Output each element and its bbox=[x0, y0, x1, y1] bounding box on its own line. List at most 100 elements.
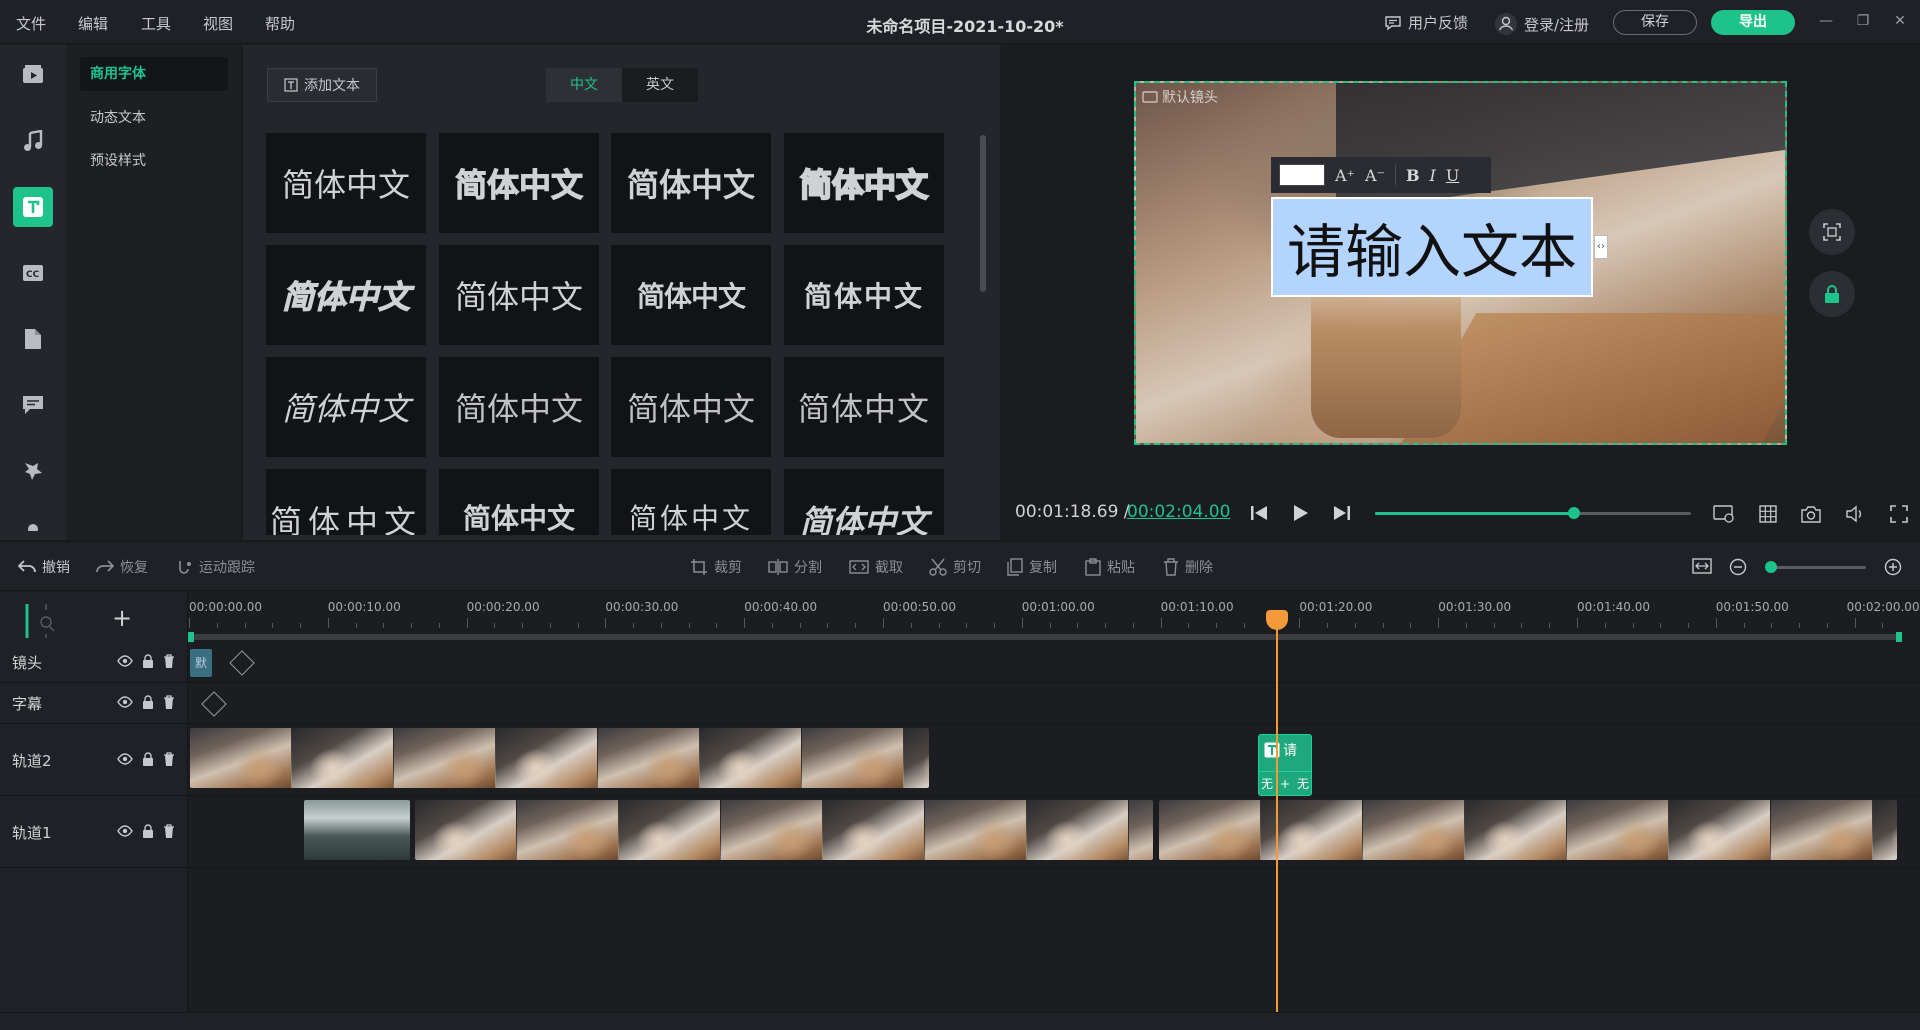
delete-button[interactable]: 删除 bbox=[1163, 557, 1213, 577]
text-overlay-box[interactable]: 请输入文本 bbox=[1271, 197, 1593, 297]
redo-button[interactable]: 恢复 bbox=[96, 557, 148, 577]
crop-button[interactable]: 裁剪 bbox=[690, 557, 742, 577]
preview-canvas[interactable]: 默认镜头 A⁺ A⁻ B I U 请输入文本 ‹› bbox=[1134, 81, 1787, 445]
category-dynamic-text[interactable]: 动态文本 bbox=[80, 101, 228, 135]
trash-icon[interactable] bbox=[163, 752, 175, 766]
italic-button[interactable]: I bbox=[1430, 166, 1436, 185]
trash-icon[interactable] bbox=[163, 824, 175, 838]
font-tile[interactable]: 简体中文 bbox=[439, 469, 599, 535]
range-end-marker[interactable] bbox=[1896, 632, 1902, 642]
play-icon[interactable] bbox=[1289, 501, 1313, 525]
total-duration[interactable]: 00:02:04.00 bbox=[1127, 502, 1230, 522]
playhead-line[interactable] bbox=[1276, 612, 1278, 1012]
font-tile[interactable]: 简体中文 bbox=[439, 245, 599, 345]
motion-tracking-button[interactable]: 运动跟踪 bbox=[177, 557, 255, 577]
restore-icon[interactable]: ❐ bbox=[1851, 10, 1875, 32]
close-icon[interactable]: ✕ bbox=[1888, 10, 1912, 32]
lock-icon[interactable] bbox=[141, 752, 155, 766]
paste-button[interactable]: 粘贴 bbox=[1085, 557, 1135, 577]
fit-screen-button[interactable] bbox=[1809, 209, 1855, 255]
category-preset-styles[interactable]: 预设样式 bbox=[80, 144, 228, 178]
tab-chinese[interactable]: 中文 bbox=[546, 68, 622, 102]
font-tile[interactable]: 简体中文 bbox=[439, 133, 599, 233]
font-tile[interactable]: 简体中文 bbox=[784, 469, 944, 535]
text-tool-icon[interactable] bbox=[13, 187, 53, 227]
next-frame-icon[interactable] bbox=[1330, 501, 1354, 525]
add-subtitle-keyframe-icon[interactable] bbox=[201, 691, 227, 717]
grid-icon[interactable] bbox=[1756, 502, 1780, 526]
feedback-link[interactable]: 用户反馈 bbox=[1384, 12, 1468, 33]
time-ruler[interactable]: 00:00:00.00 00:00:10.00 00:00:20.00 00:00:3… bbox=[188, 592, 1920, 642]
text-color-swatch[interactable] bbox=[1279, 164, 1325, 186]
save-button[interactable]: 保存 bbox=[1613, 10, 1697, 35]
font-tile[interactable]: 简体中文 bbox=[611, 469, 771, 535]
more-tools-icon[interactable] bbox=[13, 517, 53, 540]
font-tile[interactable]: 简体中文 bbox=[266, 357, 426, 457]
trash-icon[interactable] bbox=[163, 654, 175, 668]
lock-icon[interactable] bbox=[141, 654, 155, 668]
text-clip[interactable]: 请 无 + 无 bbox=[1258, 734, 1312, 796]
volume-icon[interactable] bbox=[1843, 502, 1867, 526]
visibility-eye-icon[interactable] bbox=[117, 752, 133, 766]
cut-button[interactable]: 剪切 bbox=[929, 557, 981, 577]
font-increase-button[interactable]: A⁺ bbox=[1335, 166, 1355, 185]
video-clip[interactable] bbox=[190, 728, 929, 788]
timeline-zoom-slider[interactable] bbox=[1765, 561, 1866, 573]
zoom-knob[interactable] bbox=[1765, 561, 1777, 573]
comment-icon[interactable] bbox=[13, 385, 53, 425]
lock-button[interactable] bbox=[1809, 271, 1855, 317]
visibility-eye-icon[interactable] bbox=[117, 654, 133, 668]
font-tile[interactable]: 简体中文 bbox=[784, 245, 944, 345]
visibility-eye-icon[interactable] bbox=[117, 824, 133, 838]
font-tile[interactable]: 简体中文 bbox=[266, 469, 426, 535]
font-tile[interactable]: 简体中文 bbox=[266, 133, 426, 233]
font-tile[interactable]: 简体中文 bbox=[611, 133, 771, 233]
font-tile[interactable]: 简体中文 bbox=[611, 357, 771, 457]
visibility-eye-icon[interactable] bbox=[117, 695, 133, 709]
font-decrease-button[interactable]: A⁻ bbox=[1365, 166, 1385, 185]
font-tile[interactable]: 简体中文 bbox=[784, 357, 944, 457]
video-clip-office[interactable] bbox=[304, 800, 410, 860]
progress-knob[interactable] bbox=[1568, 507, 1581, 519]
file-icon[interactable] bbox=[13, 319, 53, 359]
font-tile[interactable]: 简体中文 bbox=[611, 245, 771, 345]
login-link[interactable]: 登录/注册 bbox=[1494, 12, 1589, 36]
range-start-marker[interactable] bbox=[188, 632, 194, 642]
text-resize-handle[interactable]: ‹› bbox=[1594, 235, 1608, 259]
zoom-out-icon[interactable] bbox=[1729, 558, 1747, 576]
lock-icon[interactable] bbox=[141, 695, 155, 709]
export-button[interactable]: 导出 bbox=[1711, 10, 1795, 35]
video-clip[interactable] bbox=[1159, 800, 1897, 860]
music-icon[interactable] bbox=[13, 121, 53, 161]
split-button[interactable]: 分割 bbox=[768, 557, 822, 577]
trash-icon[interactable] bbox=[163, 695, 175, 709]
font-tile[interactable]: 简体中文 bbox=[784, 133, 944, 233]
zoom-in-icon[interactable] bbox=[1884, 558, 1902, 576]
playback-progress[interactable] bbox=[1375, 507, 1691, 519]
video-media-icon[interactable] bbox=[13, 55, 53, 95]
undo-button[interactable]: 撤销 bbox=[18, 557, 70, 577]
bold-button[interactable]: B bbox=[1406, 166, 1420, 185]
font-tile[interactable]: 简体中文 bbox=[439, 357, 599, 457]
transition-out[interactable]: 无 bbox=[1297, 775, 1309, 792]
copy-button[interactable]: 复制 bbox=[1007, 557, 1057, 577]
underline-button[interactable]: U bbox=[1446, 166, 1459, 185]
trim-button[interactable]: 截取 bbox=[849, 557, 903, 577]
lens-clip[interactable]: 默 bbox=[190, 649, 212, 677]
timeline-zoom-handle-icon[interactable] bbox=[24, 602, 64, 638]
add-lens-keyframe-icon[interactable] bbox=[229, 650, 255, 676]
transition-in[interactable]: 无 bbox=[1261, 775, 1273, 792]
add-text-button[interactable]: 添加文本 bbox=[267, 68, 377, 102]
fit-timeline-icon[interactable] bbox=[1692, 558, 1712, 574]
snapshot-icon[interactable] bbox=[1799, 502, 1823, 526]
category-commercial-fonts[interactable]: 商用字体 bbox=[80, 57, 228, 91]
tab-english[interactable]: 英文 bbox=[622, 68, 698, 102]
effects-icon[interactable] bbox=[13, 451, 53, 491]
font-tile[interactable]: 简体中文 bbox=[266, 245, 426, 345]
add-transition-icon[interactable]: + bbox=[1280, 777, 1290, 791]
preview-quality-icon[interactable] bbox=[1712, 502, 1736, 526]
caption-icon[interactable]: CC bbox=[13, 253, 53, 293]
minimize-icon[interactable]: — bbox=[1814, 10, 1838, 32]
add-track-icon[interactable]: + bbox=[112, 604, 132, 632]
fullscreen-icon[interactable] bbox=[1887, 502, 1911, 526]
